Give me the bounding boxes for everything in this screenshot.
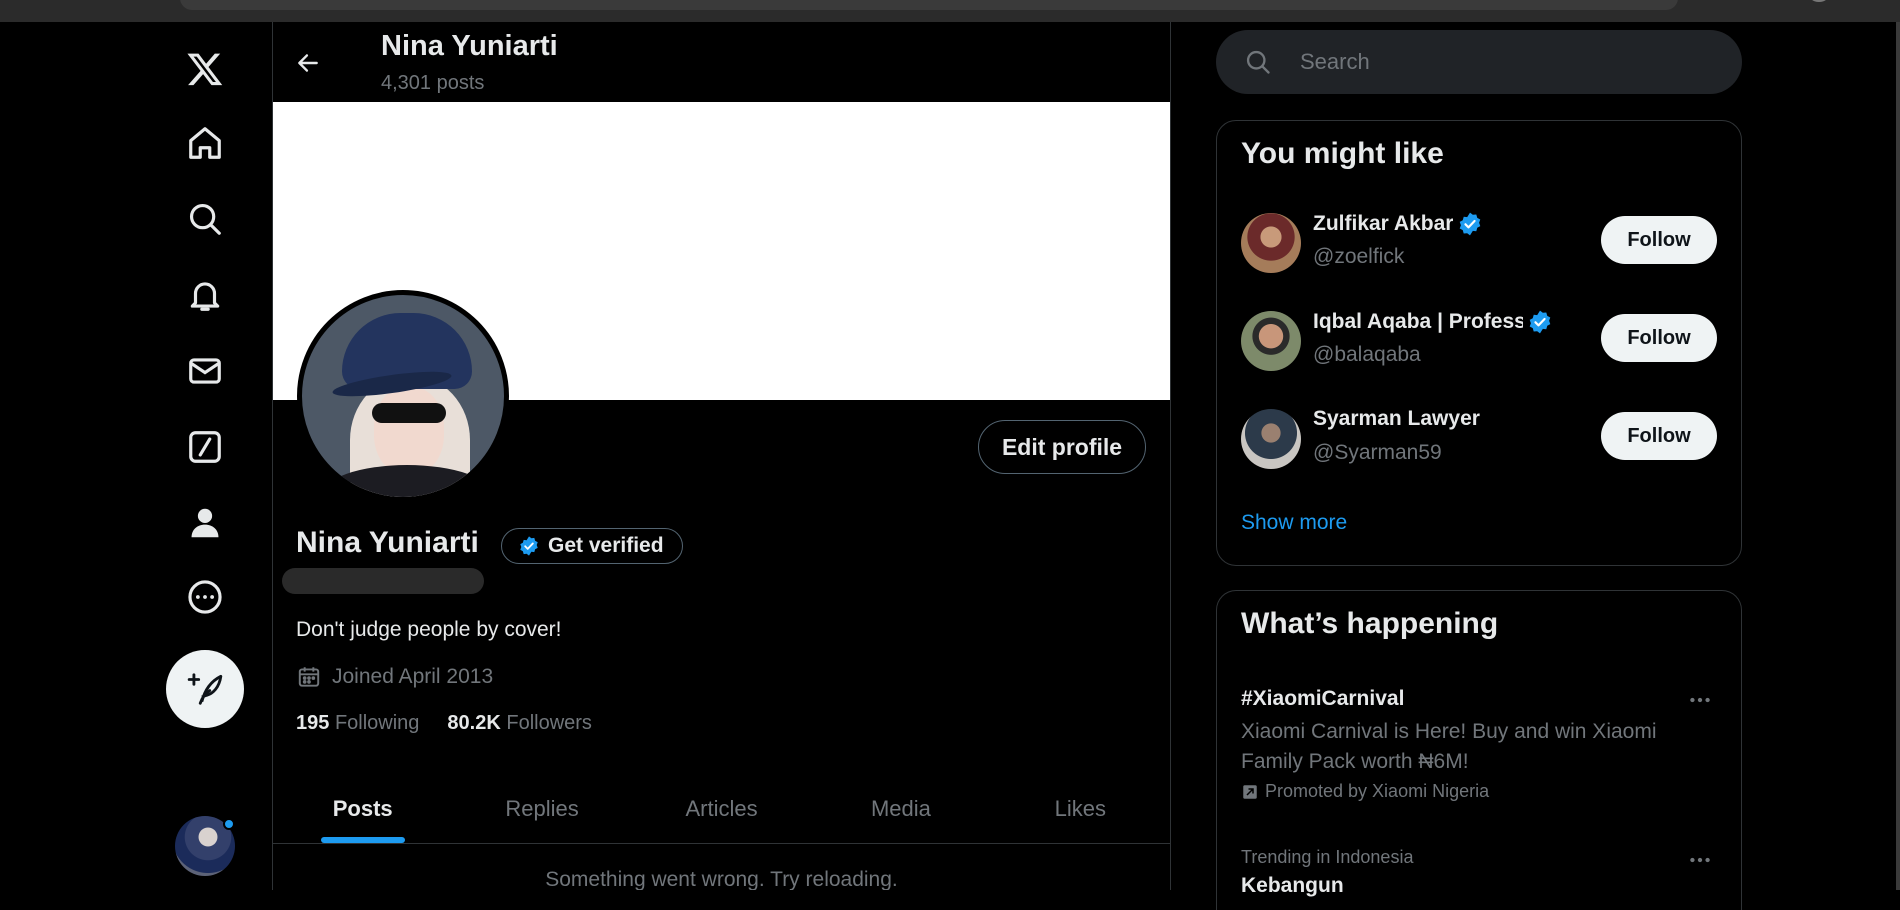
arrow-left-icon bbox=[298, 54, 318, 72]
follow-button[interactable]: Follow bbox=[1601, 314, 1717, 362]
edit-profile-button[interactable]: Edit profile bbox=[978, 420, 1146, 474]
profile-bio: Don't judge people by cover! bbox=[296, 618, 562, 641]
promoted-text: Promoted by Xiaomi Nigeria bbox=[1265, 781, 1490, 801]
trend-title: Kebangun bbox=[1241, 874, 1344, 897]
grok-icon[interactable] bbox=[168, 410, 242, 484]
verified-badge-icon bbox=[520, 536, 538, 556]
promoted-by: Promoted by Xiaomi Nigeria bbox=[1241, 781, 1721, 802]
tab-articles[interactable]: Articles bbox=[632, 774, 811, 843]
you-might-like-title: You might like bbox=[1241, 137, 1444, 170]
profile-tabs: Posts Replies Articles Media Likes bbox=[273, 774, 1170, 844]
tab-likes[interactable]: Likes bbox=[991, 774, 1170, 843]
tab-likes-label: Likes bbox=[1054, 795, 1106, 821]
suggestion-handle: @balaqaba bbox=[1313, 343, 1421, 366]
suggestion-handle: @zoelfick bbox=[1313, 245, 1405, 268]
notifications-icon[interactable] bbox=[168, 258, 242, 332]
profile-main-column: Nina Yuniarti 4,301 posts Edit profile N… bbox=[272, 22, 1171, 890]
tab-media-label: Media bbox=[870, 795, 931, 821]
trend-more-icon[interactable] bbox=[1683, 683, 1717, 717]
suggestion-avatar bbox=[1241, 311, 1301, 371]
trend-title: #XiaomiCarnival bbox=[1241, 687, 1405, 710]
browser-top-bar bbox=[0, 0, 1900, 22]
joined-date: Joined April 2013 bbox=[332, 665, 494, 688]
tab-posts[interactable]: Posts bbox=[273, 774, 452, 843]
suggestion-item[interactable]: Iqbal Aqaba | Professi @balaqaba Follow bbox=[1241, 309, 1721, 373]
header-post-count: 4,301 posts bbox=[381, 72, 485, 94]
post-button[interactable] bbox=[166, 650, 244, 728]
search-bar[interactable] bbox=[1216, 30, 1742, 94]
profile-avatar[interactable] bbox=[297, 290, 509, 502]
suggestion-item[interactable]: Zulfikar Akbar @zoelfick Follow bbox=[1241, 211, 1721, 275]
error-message: Something went wrong. Try reloading. bbox=[545, 868, 898, 890]
profile-handle-redacted bbox=[282, 568, 484, 594]
tab-articles-label: Articles bbox=[685, 795, 758, 821]
profile-joined: Joined April 2013 bbox=[296, 664, 493, 690]
suggestion-name: Syarman Lawyer bbox=[1313, 407, 1553, 431]
home-icon[interactable] bbox=[168, 106, 242, 180]
trend-more-icon[interactable] bbox=[1683, 843, 1717, 877]
page-scrollbar[interactable] bbox=[1896, 22, 1900, 890]
suggestion-name-text: Iqbal Aqaba | Professi bbox=[1313, 310, 1523, 333]
trend-meta: Trending in Indonesia bbox=[1241, 847, 1414, 867]
show-more-link[interactable]: Show more bbox=[1241, 511, 1347, 535]
profile-name: Nina Yuniarti bbox=[296, 526, 479, 559]
followers-count: 80.2K bbox=[447, 712, 501, 734]
tab-posts-label: Posts bbox=[332, 795, 393, 821]
suggestion-avatar bbox=[1241, 409, 1301, 469]
tab-replies-label: Replies bbox=[505, 795, 579, 821]
back-button[interactable] bbox=[285, 40, 331, 86]
whats-happening-card: What’s happening #XiaomiCarnival Xiaomi … bbox=[1216, 590, 1742, 910]
follow-stats: 195 Following 80.2K Followers bbox=[296, 712, 592, 735]
search-icon bbox=[1246, 50, 1270, 74]
suggestion-name: Iqbal Aqaba | Professi bbox=[1313, 309, 1553, 335]
explore-icon[interactable] bbox=[168, 182, 242, 256]
trend-item[interactable]: Trending in Indonesia Kebangun bbox=[1241, 847, 1721, 898]
suggestion-name: Zulfikar Akbar bbox=[1313, 211, 1553, 237]
verified-badge-icon bbox=[1529, 310, 1551, 334]
follow-button[interactable]: Follow bbox=[1601, 216, 1717, 264]
account-avatar[interactable] bbox=[175, 816, 235, 876]
followers-link[interactable]: 80.2K Followers bbox=[447, 712, 592, 735]
x-logo-icon[interactable] bbox=[168, 32, 242, 106]
following-label: Following bbox=[334, 712, 420, 734]
calendar-icon bbox=[298, 667, 320, 687]
get-verified-label: Get verified bbox=[548, 534, 664, 557]
you-might-like-card: You might like Zulfikar Akbar @zoelfick … bbox=[1216, 120, 1742, 566]
notification-dot bbox=[223, 818, 235, 830]
suggestion-avatar bbox=[1241, 213, 1301, 273]
follow-button[interactable]: Follow bbox=[1601, 412, 1717, 460]
browser-address-bar[interactable] bbox=[180, 0, 1678, 10]
verified-badge-icon bbox=[1460, 212, 1481, 236]
trend-item[interactable]: #XiaomiCarnival Xiaomi Carnival is Here!… bbox=[1241, 687, 1721, 802]
search-input[interactable] bbox=[1300, 42, 1720, 82]
header-profile-name: Nina Yuniarti bbox=[381, 30, 558, 62]
following-link[interactable]: 195 Following bbox=[296, 712, 419, 735]
suggestion-name-text: Zulfikar Akbar bbox=[1313, 212, 1454, 235]
more-icon[interactable] bbox=[168, 560, 242, 634]
tab-replies[interactable]: Replies bbox=[452, 774, 631, 843]
suggestion-handle: @Syarman59 bbox=[1313, 441, 1442, 464]
feather-plus-icon bbox=[187, 673, 223, 705]
trend-description: Xiaomi Carnival is Here! Buy and win Xia… bbox=[1241, 720, 1657, 773]
followers-label: Followers bbox=[506, 712, 592, 734]
profile-header-bar: Nina Yuniarti 4,301 posts bbox=[273, 22, 1170, 102]
profile-icon[interactable] bbox=[168, 486, 242, 560]
messages-icon[interactable] bbox=[168, 334, 242, 408]
left-sidebar-nav bbox=[0, 22, 272, 890]
following-count: 195 bbox=[296, 712, 330, 734]
suggestion-name-text: Syarman Lawyer bbox=[1313, 407, 1480, 430]
tab-media[interactable]: Media bbox=[811, 774, 990, 843]
promoted-icon bbox=[1243, 784, 1257, 799]
browser-profile-icon[interactable] bbox=[1808, 0, 1830, 2]
active-tab-indicator bbox=[320, 837, 405, 843]
whats-happening-title: What’s happening bbox=[1241, 607, 1499, 640]
suggestion-item[interactable]: Syarman Lawyer @Syarman59 Follow bbox=[1241, 407, 1721, 471]
get-verified-button[interactable]: Get verified bbox=[501, 528, 683, 564]
